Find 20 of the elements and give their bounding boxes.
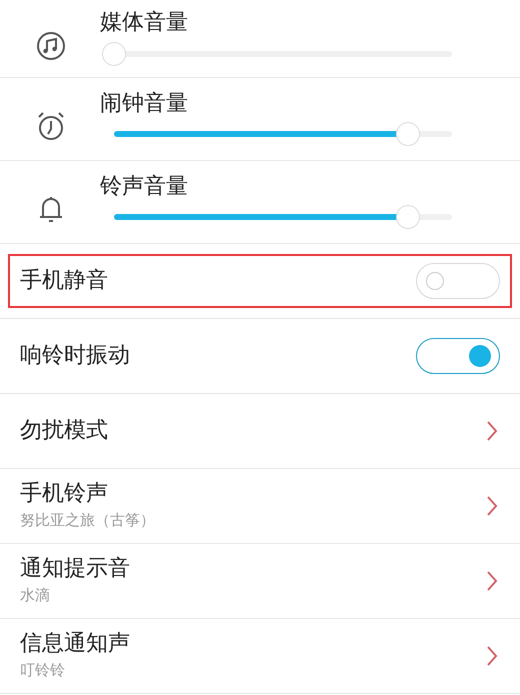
volume-label: 媒体音量 <box>100 10 188 37</box>
chevron-right-icon[interactable] <box>486 646 498 666</box>
slider-thumb[interactable] <box>396 122 420 146</box>
setting-value: 努比亚之旅（古筝） <box>20 510 155 531</box>
setting-label: 勿扰模式 <box>20 417 108 445</box>
setting-label: 响铃时振动 <box>20 342 130 370</box>
setting-label: 手机铃声 <box>20 480 108 508</box>
chevron-right-icon[interactable] <box>486 496 498 516</box>
toggle-switch[interactable] <box>416 338 500 374</box>
setting-value: 水滴 <box>20 584 50 606</box>
setting-value: 叮铃铃 <box>20 660 65 681</box>
volume-label: 铃声音量 <box>100 174 188 200</box>
setting-label: 手机静音 <box>20 267 108 295</box>
slider-thumb[interactable] <box>396 205 420 230</box>
setting-label: 通知提示音 <box>20 555 130 583</box>
chevron-right-icon[interactable] <box>486 421 498 441</box>
setting-label: 信息通知声 <box>20 630 130 658</box>
volume-label: 闹钟音量 <box>100 90 188 118</box>
chevron-right-icon[interactable] <box>486 571 498 591</box>
slider-thumb[interactable] <box>102 42 126 66</box>
